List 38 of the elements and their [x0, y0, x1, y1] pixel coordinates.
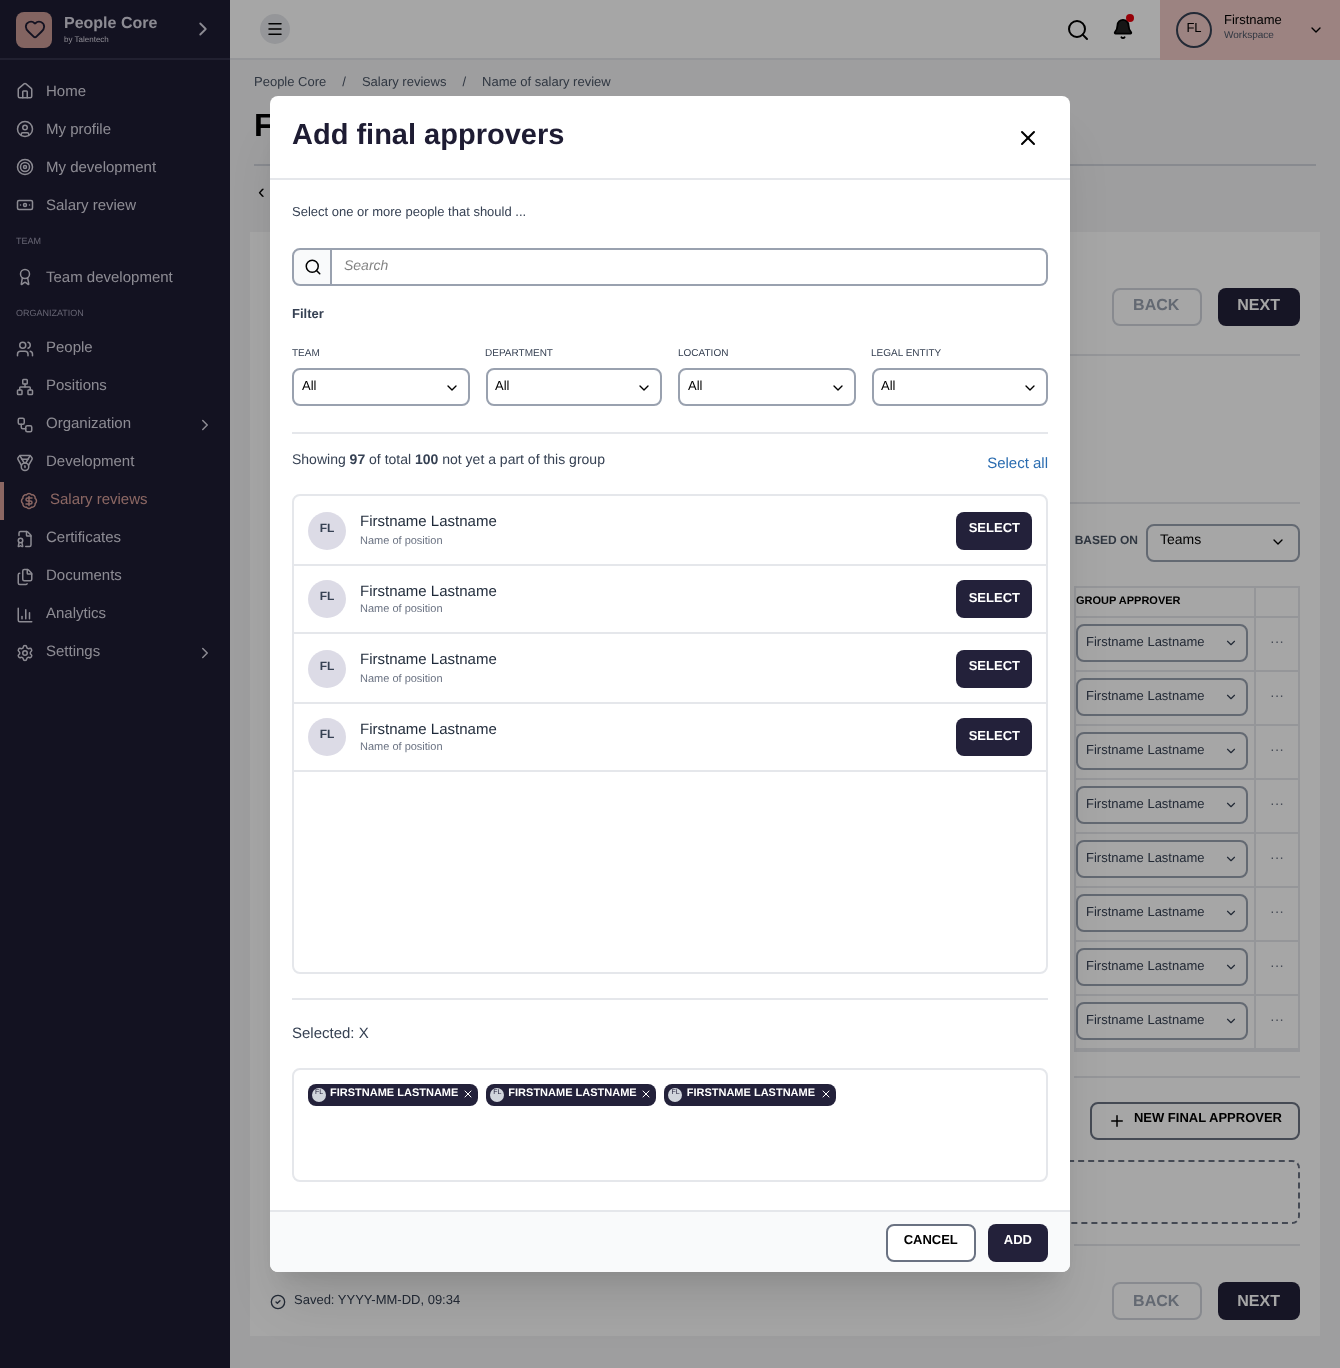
- nav-icon: [16, 120, 34, 138]
- chevron-icon: [1224, 798, 1238, 813]
- check-circle-icon: [270, 1293, 286, 1309]
- chevron-icon: [1224, 1014, 1238, 1029]
- chevron-icon: [1224, 960, 1238, 975]
- nav-icon: [16, 415, 34, 433]
- plus-icon: [1107, 1111, 1126, 1130]
- nav-icon: [20, 491, 38, 509]
- search-icon: [303, 257, 321, 276]
- nav-icon: [16, 529, 34, 547]
- next-button[interactable]: NEXT: [1217, 287, 1300, 326]
- menu-icon[interactable]: [260, 14, 290, 44]
- nav-icon: [16, 196, 34, 214]
- nav-icon: [16, 643, 34, 661]
- nav-icon: [16, 605, 34, 623]
- dialog-title: Add final approvers: [292, 117, 565, 156]
- search-icon[interactable]: [1066, 17, 1090, 41]
- nav-icon: [16, 158, 34, 176]
- nav-icon: [16, 267, 34, 286]
- logo-icon: [16, 11, 52, 47]
- close-icon[interactable]: [1016, 125, 1040, 149]
- chevron-icon: [1224, 636, 1238, 651]
- nav-icon: [16, 339, 34, 357]
- chevron-icon: [1224, 852, 1238, 867]
- next-button[interactable]: NEXT: [1217, 1282, 1300, 1320]
- nav-icon: [16, 453, 34, 471]
- bell-icon[interactable]: [1112, 18, 1134, 40]
- remove-icon[interactable]: [462, 1088, 475, 1100]
- chevron-icon: [1224, 744, 1238, 759]
- nav-icon: [16, 82, 34, 100]
- remove-icon[interactable]: [640, 1088, 653, 1100]
- remove-icon[interactable]: [819, 1088, 832, 1100]
- search-button[interactable]: [292, 247, 332, 286]
- nav-icon: [16, 567, 34, 585]
- brand-name: People Core: [64, 14, 160, 34]
- chevron-icon: [1224, 906, 1238, 921]
- nav-icon: [16, 377, 34, 395]
- chevron-icon: [1224, 690, 1238, 705]
